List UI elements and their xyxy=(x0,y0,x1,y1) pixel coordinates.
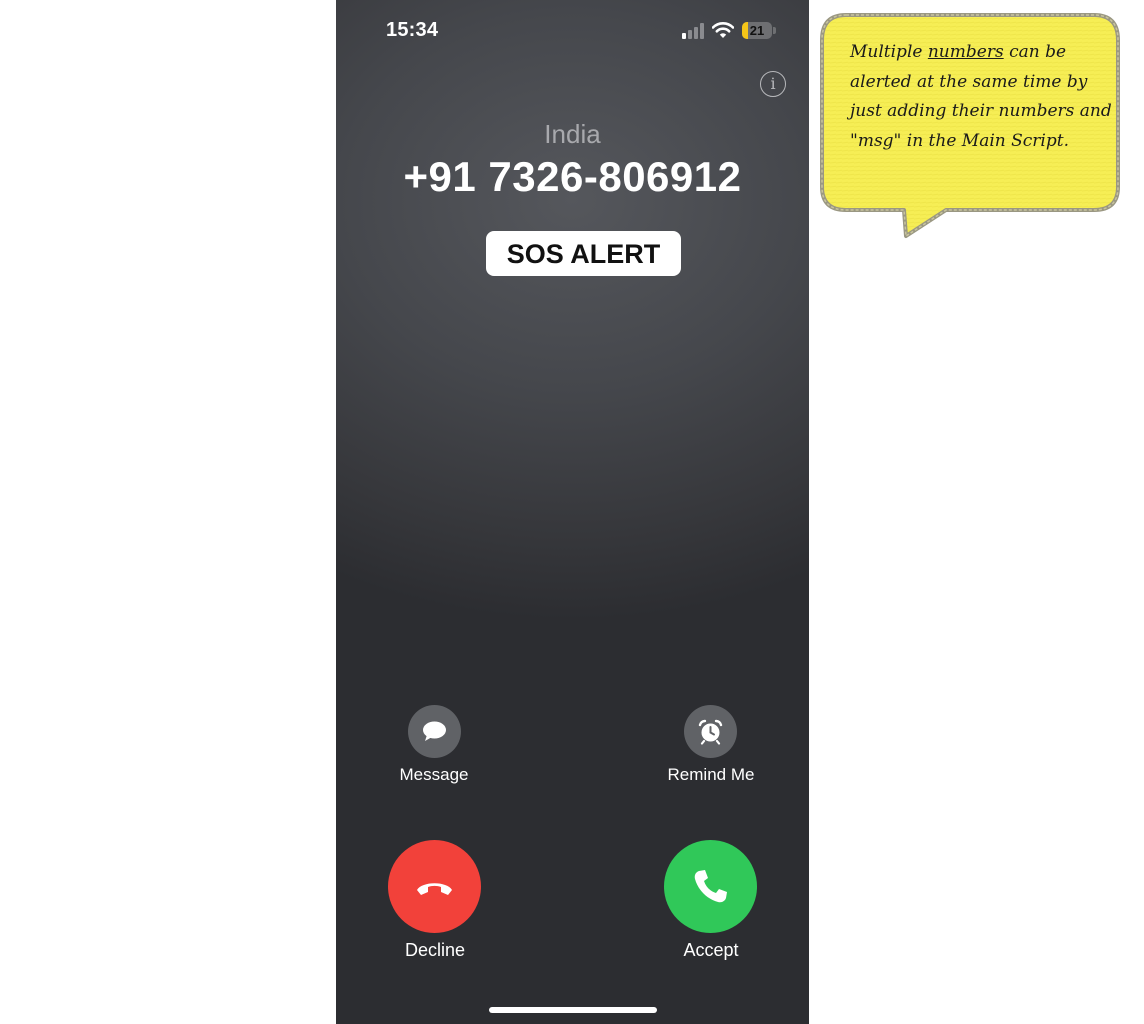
battery-percent: 21 xyxy=(749,23,765,38)
home-indicator[interactable] xyxy=(489,1007,657,1013)
hang-up-icon xyxy=(417,883,452,895)
annotation-underlined-word: numbers xyxy=(927,42,1004,62)
wifi-icon xyxy=(712,22,734,38)
phone-icon xyxy=(694,870,727,903)
annotation-text: Multiple numbers can be alerted at the s… xyxy=(850,38,1112,156)
annotation-text-part: Multiple xyxy=(850,42,928,62)
sos-alert-badge: SOS ALERT xyxy=(486,231,681,276)
message-bubble-icon xyxy=(423,721,446,741)
remind-me-button[interactable] xyxy=(684,705,737,758)
caller-number: +91 7326-806912 xyxy=(403,153,742,200)
message-label: Message xyxy=(399,765,469,784)
battery-icon: 21 xyxy=(742,22,772,39)
alarm-clock-icon xyxy=(698,719,723,745)
remind-me-label: Remind Me xyxy=(667,765,755,784)
incoming-call-screen: 15:34 21 i India +91 7326-806912 SOS ALE… xyxy=(336,0,809,1024)
status-time: 15:34 xyxy=(386,19,439,41)
decline-label: Decline xyxy=(404,940,466,960)
accept-label: Accept xyxy=(683,940,739,960)
signal-icon xyxy=(682,23,706,39)
battery-tip xyxy=(773,27,776,34)
message-button[interactable] xyxy=(408,705,461,758)
accept-button[interactable] xyxy=(664,840,757,933)
info-icon[interactable]: i xyxy=(760,71,786,97)
decline-button[interactable] xyxy=(388,840,481,933)
caller-location: India xyxy=(544,119,601,149)
